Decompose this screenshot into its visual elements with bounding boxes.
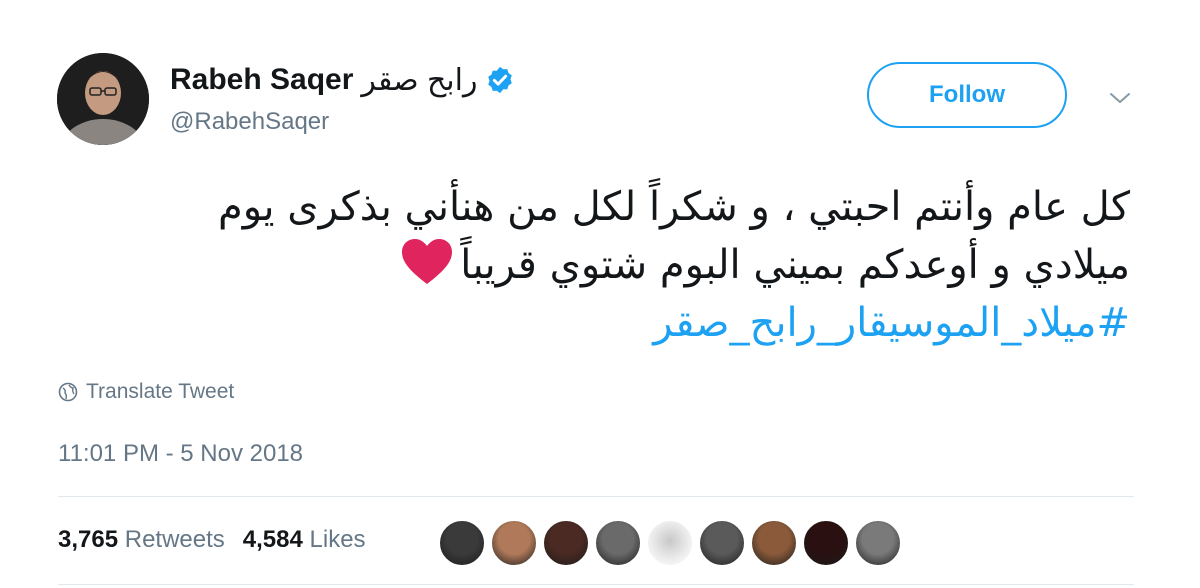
globe-icon <box>58 382 78 402</box>
retweets-count: 3,765 <box>58 526 119 553</box>
display-name[interactable]: Rabeh Saqer رابح صقر <box>170 60 515 100</box>
hashtag-link[interactable]: #ميلاد_الموسيقار_رابح_صقر <box>150 294 1130 352</box>
tweet-stats: 3,765 Retweets 4,584 Likes <box>58 526 366 554</box>
liker-avatar[interactable] <box>438 519 486 567</box>
likes-count: 4,584 <box>242 526 303 553</box>
liker-avatar[interactable] <box>854 519 902 567</box>
divider <box>58 496 1134 497</box>
tweet-text-line-2: ميلادي و أوعدكم بميني البوم شتوي قريباً <box>150 236 1130 294</box>
follow-button[interactable]: Follow <box>867 62 1067 128</box>
display-name-latin: Rabeh Saqer <box>170 63 354 96</box>
retweets-stat[interactable]: 3,765 Retweets <box>58 526 225 554</box>
retweets-label: Retweets <box>124 526 225 553</box>
translate-tweet-link[interactable]: Translate Tweet <box>58 380 234 404</box>
display-name-arabic: رابح صقر <box>361 63 478 97</box>
divider <box>58 584 1134 585</box>
liker-avatar[interactable] <box>594 519 642 567</box>
verified-badge-icon <box>488 66 513 94</box>
avatar[interactable] <box>57 53 149 145</box>
likes-stat[interactable]: 4,584 Likes <box>243 526 366 554</box>
tweet-text-line-1: كل عام وأنتم احبتي ، و شكراً لكل من هنأن… <box>218 184 1130 230</box>
heart-icon <box>402 239 453 284</box>
chevron-down-icon[interactable] <box>1108 88 1132 108</box>
liker-avatar[interactable] <box>490 519 538 567</box>
liker-avatar[interactable] <box>750 519 798 567</box>
liker-avatar[interactable] <box>802 519 850 567</box>
likes-label: Likes <box>309 526 366 553</box>
user-handle[interactable]: @RabehSaqer <box>170 108 329 136</box>
liker-avatars <box>438 519 902 567</box>
timestamp[interactable]: 11:01 PM - 5 Nov 2018 <box>58 440 303 468</box>
liker-avatar[interactable] <box>542 519 590 567</box>
tweet-text: كل عام وأنتم احبتي ، و شكراً لكل من هنأن… <box>150 178 1130 352</box>
tweet-text-line-2-text: ميلادي و أوعدكم بميني البوم شتوي قريباً <box>460 242 1130 288</box>
liker-avatar[interactable] <box>698 519 746 567</box>
translate-label: Translate Tweet <box>86 380 235 403</box>
liker-avatar[interactable] <box>646 519 694 567</box>
tweet-card: Rabeh Saqer رابح صقر @RabehSaqer Follow … <box>0 0 1200 588</box>
